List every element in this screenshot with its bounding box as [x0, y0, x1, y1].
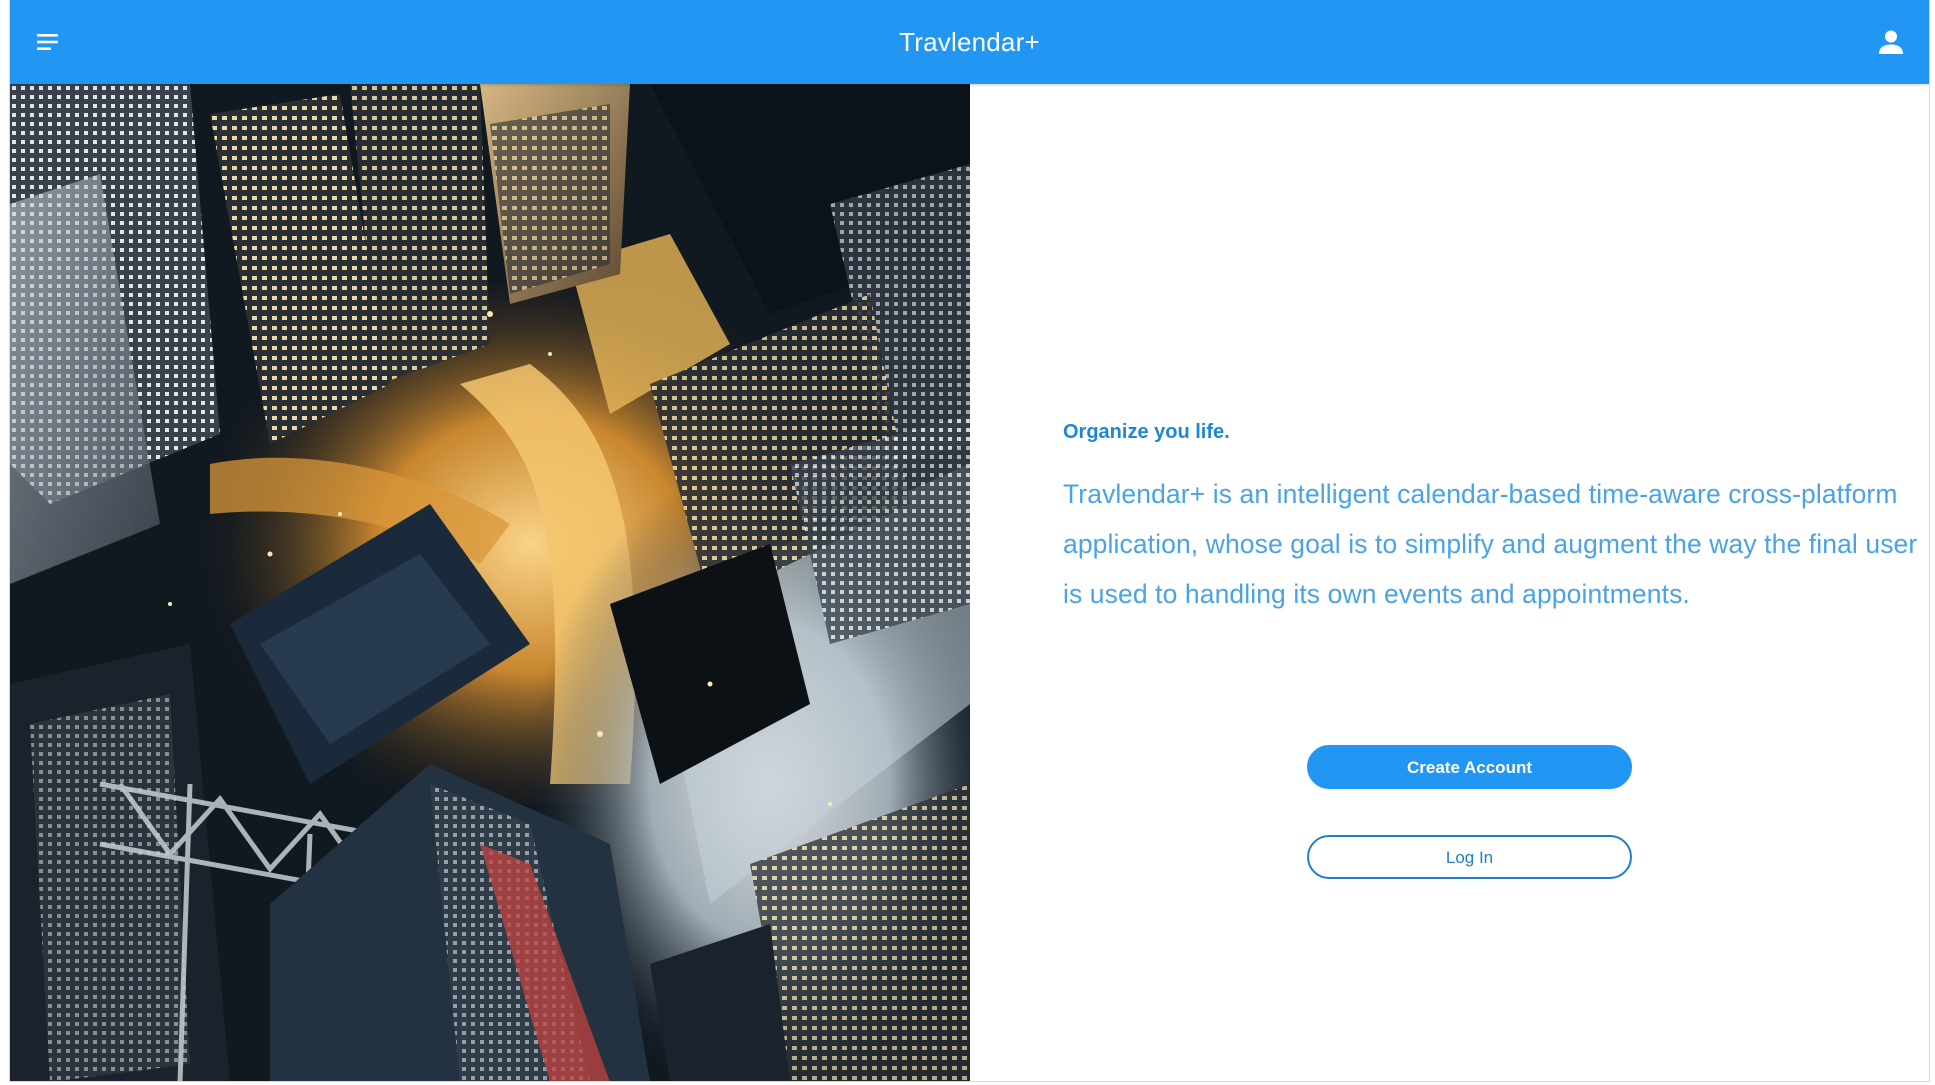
welcome-panel: Organize you life. Travlendar+ is an int…	[970, 84, 1929, 1081]
tagline: Organize you life.	[1063, 421, 1230, 443]
app-description: Travlendar+ is an intelligent calendar-b…	[1063, 479, 1918, 609]
account-icon[interactable]	[1875, 26, 1907, 58]
app-window: Travlendar+ Organize you life. Travlenda…	[9, 0, 1930, 1082]
app-bar: Travlendar+	[10, 0, 1929, 84]
create-account-button[interactable]: Create Account	[1307, 745, 1632, 789]
app-title: Travlendar+	[899, 27, 1040, 57]
hero-city-image	[10, 84, 970, 1081]
login-button[interactable]: Log In	[1307, 835, 1632, 879]
